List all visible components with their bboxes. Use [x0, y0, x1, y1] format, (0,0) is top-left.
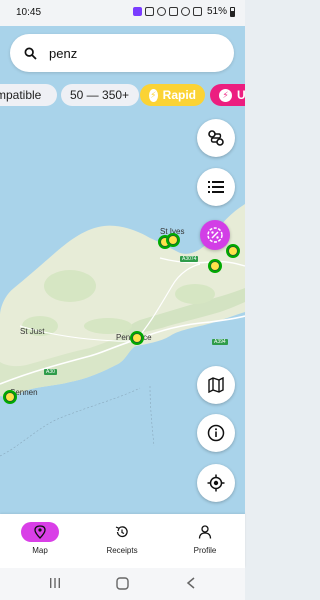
list-icon: [208, 181, 224, 193]
map-layers-button[interactable]: [197, 366, 235, 404]
nav-profile[interactable]: Profile: [165, 514, 245, 568]
search-bar[interactable]: [10, 34, 234, 72]
alarm-icon: [156, 7, 166, 16]
nav-profile-label: Profile: [193, 546, 217, 555]
charger-marker[interactable]: [166, 233, 180, 247]
search-icon: [24, 47, 37, 60]
route-button[interactable]: [197, 119, 235, 157]
locate-me-button[interactable]: [197, 464, 235, 502]
nav-receipts-label: Receipts: [106, 546, 138, 555]
chip-label: mpatible: [0, 88, 42, 102]
notification-icon: [144, 7, 154, 16]
search-input[interactable]: [47, 44, 201, 62]
locate-icon: [207, 474, 225, 492]
mute-icon: [168, 7, 178, 16]
charger-marker[interactable]: [130, 331, 144, 345]
map-label-st-just: St Just: [20, 327, 45, 336]
chip-label: 50 — 350+: [70, 88, 130, 102]
home-icon[interactable]: [116, 577, 129, 590]
nav-receipts[interactable]: Receipts: [82, 514, 162, 568]
map-pin-icon: [34, 525, 46, 539]
road-label-a394: A394: [212, 339, 228, 345]
list-view-button[interactable]: [197, 168, 235, 206]
nav-map-label: Map: [32, 546, 48, 555]
back-icon[interactable]: [186, 577, 196, 589]
filter-chips: mpatible 50 — 350+ ⚡ Rapid ⚡ Ul: [0, 84, 245, 106]
chip-rapid[interactable]: ⚡ Rapid: [140, 84, 205, 106]
status-time: 10:45: [16, 7, 42, 18]
bolt-icon: ⚡: [219, 88, 232, 102]
chip-power-range[interactable]: 50 — 350+: [61, 84, 139, 106]
nav-profile-indicator: [186, 522, 224, 542]
chip-label: Ul: [237, 88, 245, 102]
history-icon: [115, 526, 128, 538]
info-button[interactable]: [197, 414, 235, 452]
bolt-icon: ⚡: [149, 88, 158, 102]
signal-icon: [192, 7, 202, 16]
battery-icon: [230, 6, 235, 17]
nav-map[interactable]: Map: [0, 514, 80, 568]
charger-marker[interactable]: [3, 390, 17, 404]
road-label-a3074: A3074: [180, 256, 199, 262]
info-icon: [207, 424, 225, 442]
chip-ultra[interactable]: ⚡ Ul: [210, 84, 245, 106]
nav-receipts-indicator: [103, 522, 141, 542]
nav-map-indicator: [21, 522, 59, 542]
person-icon: [198, 525, 212, 539]
discount-icon: [207, 227, 223, 243]
status-icons: 51%: [132, 6, 235, 17]
route-icon: [208, 130, 224, 146]
recent-apps-icon[interactable]: [49, 577, 61, 589]
wifi-icon: [180, 7, 190, 16]
status-bar: 10:45 51%: [0, 0, 245, 26]
chip-compatible[interactable]: mpatible: [0, 84, 57, 106]
discount-button[interactable]: [200, 220, 230, 250]
road-label-a30: A30: [44, 369, 57, 375]
charger-marker[interactable]: [208, 259, 222, 273]
chip-label: Rapid: [162, 88, 196, 102]
charger-marker[interactable]: [226, 244, 240, 258]
map-icon: [208, 377, 224, 393]
app-notification-icon: [132, 7, 142, 16]
battery-percent: 51%: [206, 6, 227, 17]
bottom-navigation: Map Receipts Profile: [0, 514, 245, 568]
system-navigation-bar: [0, 568, 245, 600]
